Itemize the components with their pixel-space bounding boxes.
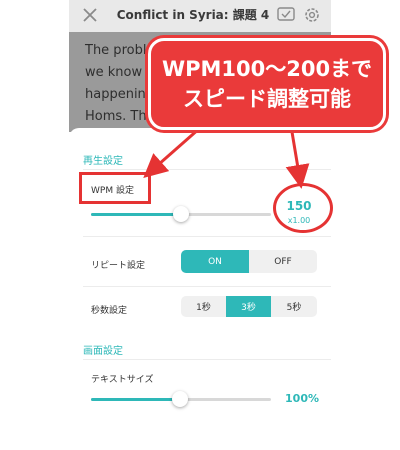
annotation-line-1: WPM100〜200まで	[161, 57, 373, 81]
repeat-label: リピート設定	[91, 261, 146, 271]
annotation-callout: WPM100〜200まで スピード調整可能	[148, 38, 386, 130]
wpm-slider-knob[interactable]	[173, 206, 189, 222]
checkbox-icon[interactable]	[277, 7, 295, 23]
playback-section-title: 再生設定	[83, 156, 123, 167]
repeat-on-button[interactable]: ON	[181, 250, 249, 273]
wpm-value-highlight	[273, 183, 333, 233]
annotation-line-2: スピード調整可能	[183, 87, 351, 111]
seconds-3-button[interactable]: 3秒	[226, 296, 271, 317]
text-size-slider-fill	[91, 398, 181, 401]
divider	[83, 286, 331, 287]
text-size-slider-knob[interactable]	[172, 391, 188, 407]
wpm-slider-fill	[91, 213, 181, 216]
gear-icon[interactable]	[303, 6, 321, 24]
display-section-title: 画面設定	[83, 346, 123, 357]
seconds-5-button[interactable]: 5秒	[271, 296, 317, 317]
wpm-label-highlight	[79, 172, 151, 204]
repeat-off-button[interactable]: OFF	[249, 250, 317, 273]
top-app-bar: Conflict in Syria: 課題 4	[69, 0, 331, 32]
close-icon[interactable]	[81, 6, 99, 24]
text-size-label: テキストサイズ	[91, 375, 154, 385]
divider	[83, 236, 331, 237]
text-size-value: 100%	[285, 392, 319, 405]
repeat-toggle: ON OFF	[181, 250, 317, 273]
divider	[83, 169, 331, 170]
seconds-selector: 1秒 3秒 5秒	[181, 296, 317, 317]
seconds-label: 秒数設定	[91, 306, 128, 316]
seconds-1-button[interactable]: 1秒	[181, 296, 226, 317]
page-title: Conflict in Syria: 課題 4	[116, 8, 270, 22]
divider	[83, 359, 331, 360]
